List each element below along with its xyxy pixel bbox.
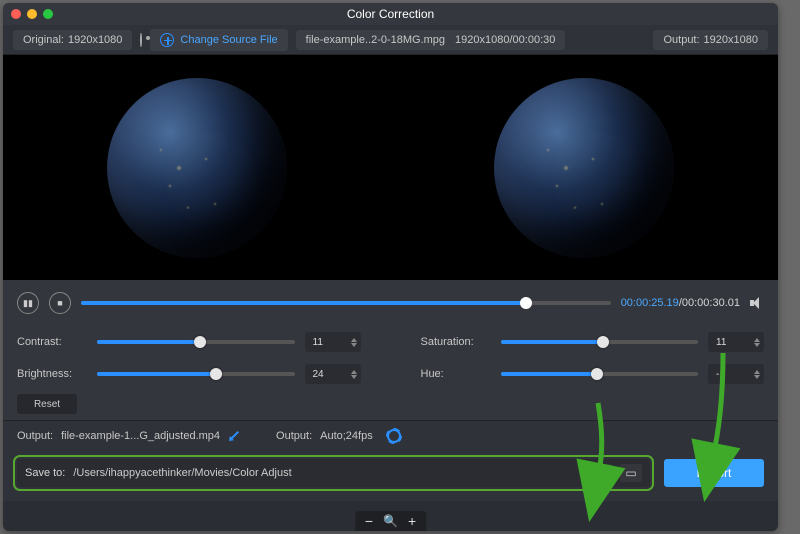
app-window: Color Correction Original: 1920x1080 Cha…	[3, 3, 778, 531]
pause-icon: ▮▮	[23, 298, 33, 309]
plus-circle-icon	[160, 33, 174, 47]
original-resolution: 1920x1080	[68, 34, 122, 46]
brightness-step-up[interactable]	[351, 370, 357, 374]
magnifier-icon[interactable]: 🔍	[383, 514, 398, 528]
output-settings-icon[interactable]	[387, 429, 401, 443]
play-pause-button[interactable]: ▮▮	[17, 292, 39, 314]
timeline-scrubber[interactable]	[81, 301, 611, 305]
brightness-slider[interactable]	[97, 372, 295, 376]
stop-icon: ■	[57, 298, 62, 308]
saturation-value: 11	[716, 337, 726, 348]
browse-path-button[interactable]: ⋯	[590, 464, 612, 482]
source-filename: file-example..2-0-18MG.mpg	[306, 34, 445, 46]
reset-button[interactable]: Reset	[17, 394, 77, 414]
preview-row	[3, 55, 778, 280]
saturation-label: Saturation:	[421, 336, 491, 348]
open-folder-button[interactable]: ▭	[620, 464, 642, 482]
preview-original-pane	[3, 55, 391, 280]
save-to-box: Save to: /Users/ihappyacethinker/Movies/…	[17, 459, 650, 487]
controls-section: ▮▮ ■ 00:00:25.19/00:00:30.01 Contrast: 1…	[3, 280, 778, 420]
saturation-slider[interactable]	[501, 340, 699, 344]
dots-icon: ⋯	[595, 466, 607, 480]
contrast-value: 11	[313, 337, 323, 348]
preview-output-pane	[391, 55, 779, 280]
brightness-value: 24	[313, 369, 324, 380]
saturation-step-down[interactable]	[754, 343, 760, 347]
original-label: Original:	[23, 34, 64, 46]
current-time: 00:00:25.19	[621, 297, 679, 309]
window-title: Color Correction	[3, 7, 778, 21]
saturation-step-up[interactable]	[754, 338, 760, 342]
brightness-step-down[interactable]	[351, 375, 357, 379]
output-filename: file-example-1...G_adjusted.mp4	[61, 430, 220, 442]
output-file-label: Output:	[17, 430, 53, 442]
preview-original-image	[107, 78, 287, 258]
slider-grid: Contrast: 11 Saturation: 11 Brightness:	[17, 332, 764, 384]
hue-value: -1	[716, 369, 725, 380]
zoom-out-button[interactable]: −	[365, 513, 373, 529]
contrast-value-box[interactable]: 11	[305, 332, 361, 352]
timeline-fill	[81, 301, 526, 305]
preview-output-image	[494, 78, 674, 258]
contrast-slider[interactable]	[97, 340, 295, 344]
bottom-row: Save to: /Users/ihappyacethinker/Movies/…	[3, 451, 778, 501]
contrast-label: Contrast:	[17, 336, 87, 348]
brightness-label: Brightness:	[17, 368, 87, 380]
output-label: Output:	[663, 34, 699, 46]
saturation-value-box[interactable]: 11	[708, 332, 764, 352]
total-time: 00:00:30.01	[682, 297, 740, 309]
output-resolution: 1920x1080	[704, 34, 758, 46]
export-button[interactable]: Export	[664, 459, 764, 487]
preview-original-toggle[interactable]	[140, 34, 142, 46]
top-toolbar: Original: 1920x1080 Change Source File f…	[3, 25, 778, 55]
hue-step-down[interactable]	[754, 375, 760, 379]
stop-button[interactable]: ■	[49, 292, 71, 314]
volume-icon[interactable]	[750, 297, 764, 309]
hue-slider[interactable]	[501, 372, 699, 376]
playback-row: ▮▮ ■ 00:00:25.19/00:00:30.01	[17, 290, 764, 316]
timeline-thumb[interactable]	[520, 297, 532, 309]
change-source-file-button[interactable]: Change Source File	[150, 29, 287, 51]
folder-icon: ▭	[625, 466, 636, 480]
titlebar: Color Correction	[3, 3, 778, 25]
output-format-label: Output:	[276, 430, 312, 442]
contrast-step-down[interactable]	[351, 343, 357, 347]
output-format-value: Auto;24fps	[320, 430, 373, 442]
hue-label: Hue:	[421, 368, 491, 380]
output-info-bar: Output: file-example-1...G_adjusted.mp4 …	[3, 420, 778, 451]
hue-value-box[interactable]: -1	[708, 364, 764, 384]
save-to-path-input[interactable]: /Users/ihappyacethinker/Movies/Color Adj…	[73, 467, 582, 479]
brightness-value-box[interactable]: 24	[305, 364, 361, 384]
output-resolution-chip: Output: 1920x1080	[653, 30, 768, 50]
zoom-toolbar: − 🔍 +	[355, 511, 426, 531]
original-resolution-chip: Original: 1920x1080	[13, 30, 132, 50]
time-display: 00:00:25.19/00:00:30.01	[621, 297, 740, 309]
source-file-info: file-example..2-0-18MG.mpg 1920x1080/00:…	[296, 30, 566, 50]
contrast-step-up[interactable]	[351, 338, 357, 342]
save-to-label: Save to:	[25, 467, 65, 479]
eye-icon	[140, 33, 142, 47]
zoom-in-button[interactable]: +	[408, 513, 416, 529]
source-res-duration: 1920x1080/00:00:30	[455, 34, 555, 46]
change-source-label: Change Source File	[180, 34, 277, 46]
hue-step-up[interactable]	[754, 370, 760, 374]
edit-filename-icon[interactable]	[226, 428, 243, 445]
